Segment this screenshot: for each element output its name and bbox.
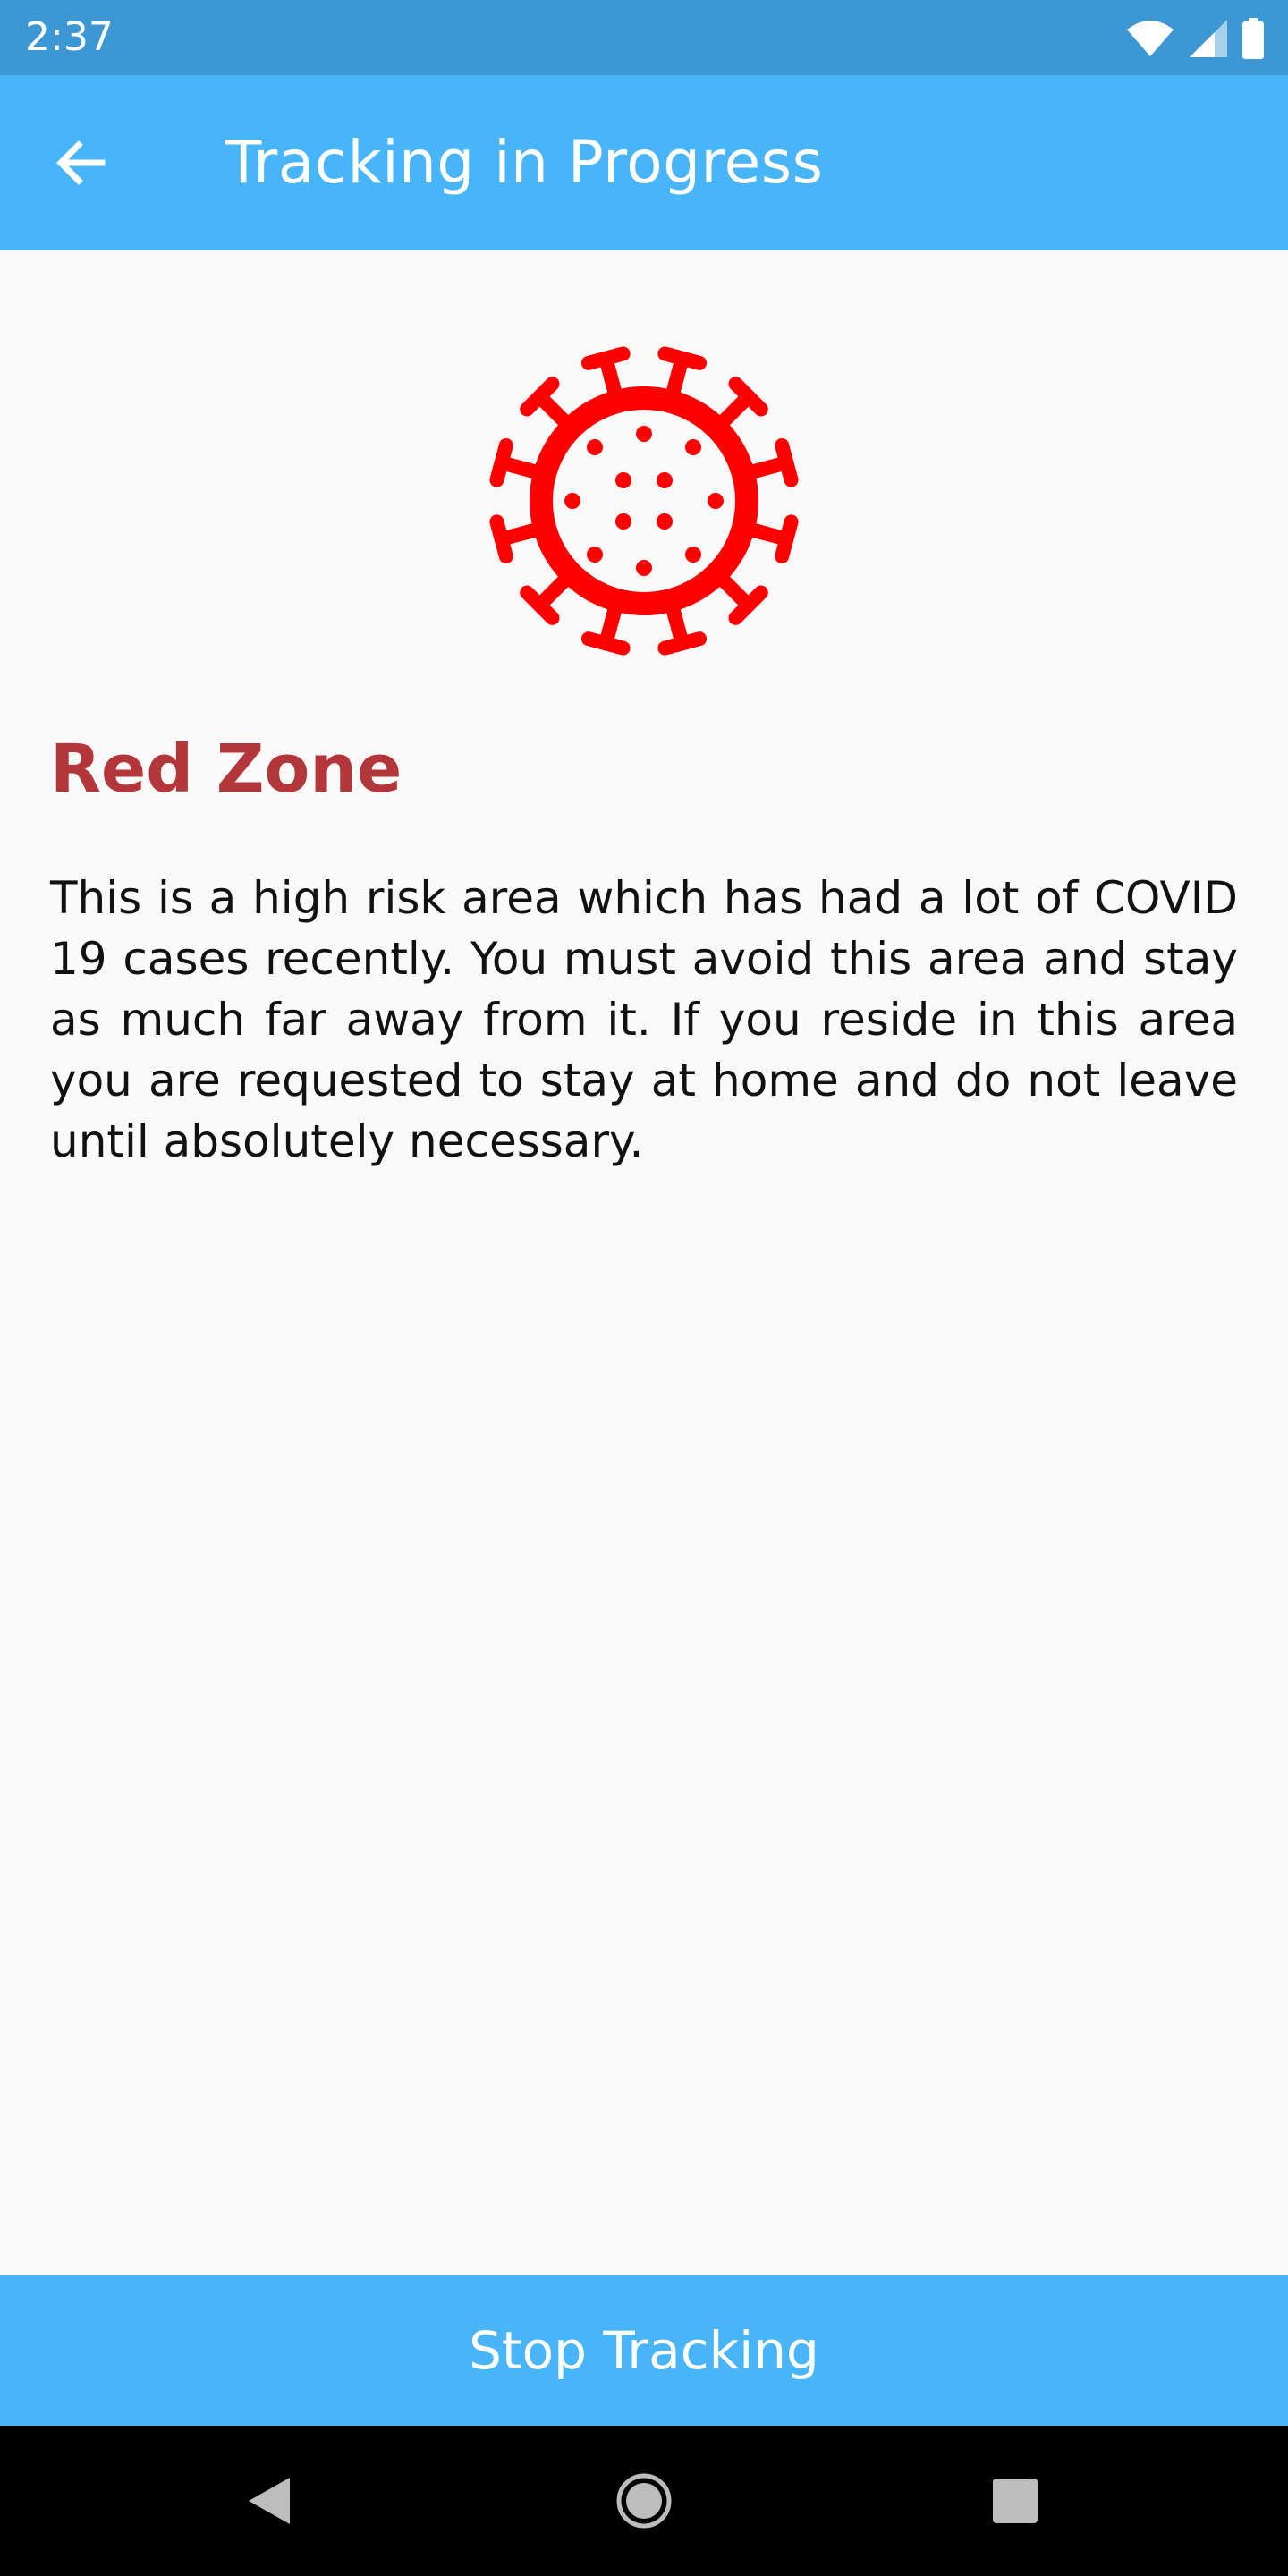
home-circle-icon	[616, 2473, 672, 2529]
page-title: Tracking in Progress	[225, 128, 824, 197]
status-time: 2:37	[25, 14, 114, 60]
back-button[interactable]	[45, 127, 116, 199]
wifi-icon	[1127, 21, 1174, 56]
navigation-bar	[0, 2426, 1288, 2576]
nav-back-button[interactable]	[233, 2465, 304, 2537]
recents-square-icon	[993, 2479, 1038, 2523]
battery-icon	[1242, 18, 1264, 59]
zone-description: This is a high risk area which has had a…	[50, 872, 1238, 1167]
nav-home-button[interactable]	[608, 2465, 680, 2537]
arrow-left-icon	[56, 140, 106, 185]
screen: 2:37 Tracking in Progress Red Zone This …	[0, 0, 1288, 2576]
stop-tracking-button[interactable]: Stop Tracking	[0, 2275, 1288, 2426]
virus-icon	[489, 346, 799, 656]
back-triangle-icon	[249, 2478, 290, 2524]
cell-signal-icon	[1190, 20, 1227, 57]
zone-title: Red Zone	[50, 731, 402, 808]
app-bar: Tracking in Progress	[0, 75, 1288, 250]
status-bar: 2:37	[0, 0, 1288, 75]
nav-recents-button[interactable]	[979, 2465, 1051, 2537]
status-icons	[1125, 16, 1265, 61]
